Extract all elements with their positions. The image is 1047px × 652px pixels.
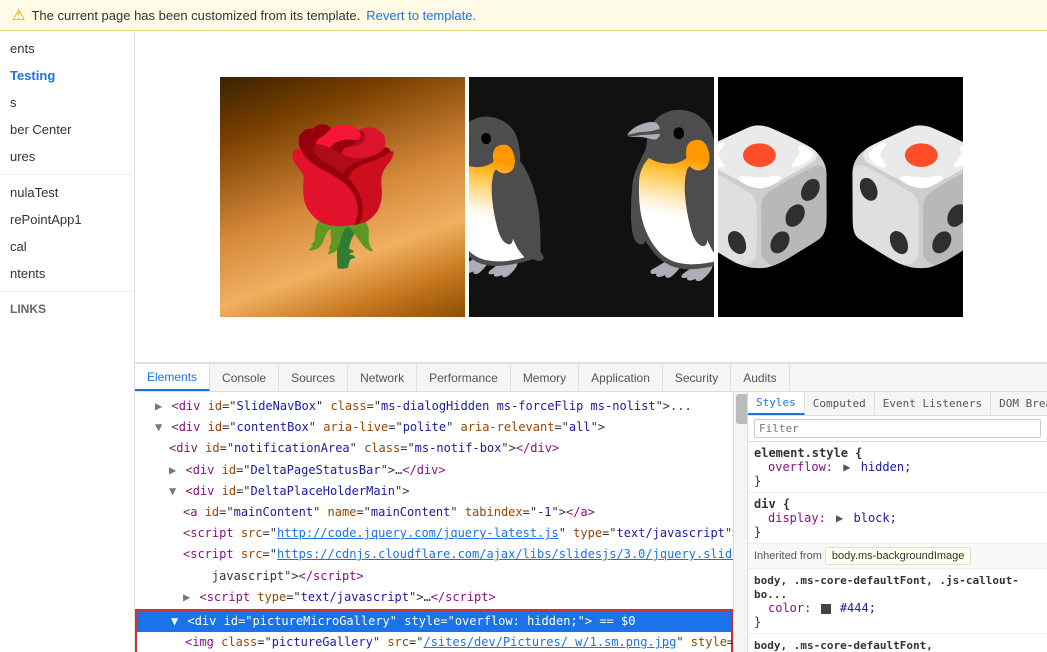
tab-console[interactable]: Console <box>210 364 279 391</box>
gallery-area: 🌹 🐧 🎲 <box>135 31 1047 362</box>
page-content: 🌹 🐧 🎲 Elements Console Sources Network P… <box>135 31 1047 652</box>
expand-arrow[interactable]: ▶ <box>183 590 190 604</box>
sidebar-item-s[interactable]: s <box>0 89 134 116</box>
styles-panel: Styles Computed Event Listeners DOM Brea… <box>747 392 1047 652</box>
styles-tab-computed[interactable]: Computed <box>805 392 875 415</box>
html-line: <script src="http://code.jquery.com/jque… <box>135 523 733 544</box>
devtools-content: ▶ <div id="SlideNavBox" class="ms-dialog… <box>135 392 1047 652</box>
gallery-image-penguin: 🐧 <box>469 77 714 317</box>
tab-network[interactable]: Network <box>348 364 417 391</box>
style-selector: div { <box>754 497 1041 511</box>
rose-emoji: 🌹 <box>261 120 423 273</box>
expand-arrow[interactable]: ▼ <box>171 614 178 628</box>
style-close: } <box>754 474 1041 488</box>
app-container: ⚠ The current page has been customized f… <box>0 0 1047 652</box>
style-rule-body2: body, .ms-core-defaultFont, #pageStatusB… <box>748 634 1047 652</box>
tab-memory[interactable]: Memory <box>511 364 579 391</box>
style-property: display: ▶ block; <box>754 511 1041 525</box>
style-property: overflow: ▶ hidden; <box>754 460 1041 474</box>
tab-application[interactable]: Application <box>579 364 663 391</box>
sidebar-item-nulatest[interactable]: nulaTest <box>0 179 134 206</box>
html-line: ▼ <div id="contentBox" aria-live="polite… <box>135 417 733 438</box>
gallery-image-dice: 🎲 <box>718 77 963 317</box>
html-line: <script src="https://cdnjs.cloudflare.co… <box>135 544 733 565</box>
sidebar: ents Testing s ber Center ures nulaTest … <box>0 31 135 652</box>
inherited-label: Inherited from body.ms-backgroundImage <box>748 544 1047 569</box>
sidebar-divider-2 <box>0 291 134 292</box>
style-selector: body, .ms-core-defaultFont, .js-callout-… <box>754 573 1041 601</box>
dice-emoji: 🎲 <box>840 120 963 273</box>
html-line: <div id="notificationArea" class="ms-not… <box>135 438 733 459</box>
html-line: ▼ <div id="DeltaPlaceHolderMain"> <box>135 481 733 502</box>
style-property: color: #444; <box>754 601 1041 615</box>
color-swatch <box>821 604 831 614</box>
html-tree-panel[interactable]: ▶ <div id="SlideNavBox" class="ms-dialog… <box>135 392 733 652</box>
notification-bar: ⚠ The current page has been customized f… <box>0 0 1047 31</box>
sidebar-item-ures[interactable]: ures <box>0 143 134 170</box>
style-rule-element: element.style { overflow: ▶ hidden; } <box>748 442 1047 493</box>
tab-security[interactable]: Security <box>663 364 731 391</box>
style-close: } <box>754 525 1041 539</box>
html-line: ▶ <div id="SlideNavBox" class="ms-dialog… <box>135 396 733 417</box>
html-panel-scrollbar[interactable] <box>733 392 747 652</box>
penguin-emoji: 🐧 <box>585 103 714 290</box>
style-selector: body, .ms-core-defaultFont, #pageStatusB… <box>754 638 1041 652</box>
sidebar-divider <box>0 174 134 175</box>
expand-arrow[interactable]: ▶ <box>155 399 162 413</box>
tab-performance[interactable]: Performance <box>417 364 511 391</box>
expand-arrow[interactable]: ▼ <box>155 420 162 434</box>
sidebar-item-ents[interactable]: ents <box>0 35 134 62</box>
styles-tabs: Styles Computed Event Listeners DOM Brea… <box>748 392 1047 416</box>
styles-tab-dom-breakpoints[interactable]: DOM Breakp... <box>991 392 1047 415</box>
tab-sources[interactable]: Sources <box>279 364 348 391</box>
styles-filter-input[interactable] <box>754 419 1041 438</box>
devtools-panel: Elements Console Sources Network Perform… <box>135 362 1047 652</box>
notification-message: The current page has been customized fro… <box>31 8 360 23</box>
html-line: javascript"></script> <box>135 566 733 587</box>
sidebar-item-ntents[interactable]: ntents <box>0 260 134 287</box>
style-close: } <box>754 615 1041 629</box>
revert-template-link[interactable]: Revert to template. <box>366 8 476 23</box>
main-body: ents Testing s ber Center ures nulaTest … <box>0 31 1047 652</box>
html-line: <a id="mainContent" name="mainContent" t… <box>135 502 733 523</box>
devtools-tabs: Elements Console Sources Network Perform… <box>135 364 1047 392</box>
expand-arrow[interactable]: ▶ <box>169 463 176 477</box>
html-line-selected[interactable]: ▼ <div id="pictureMicroGallery" style="o… <box>137 611 731 632</box>
expand-arrow[interactable]: ▼ <box>169 484 176 498</box>
tab-audits[interactable]: Audits <box>731 364 789 391</box>
html-line: <img class="pictureGallery" src="/sites/… <box>137 632 731 652</box>
sidebar-item-repointapp1[interactable]: rePointApp1 <box>0 206 134 233</box>
styles-filter-container <box>748 416 1047 442</box>
html-line: ▶ <script type="text/javascript">…</scri… <box>135 587 733 608</box>
style-selector: element.style { <box>754 446 1041 460</box>
sidebar-item-cal[interactable]: cal <box>0 233 134 260</box>
warning-icon: ⚠ <box>12 6 25 24</box>
styles-tab-styles[interactable]: Styles <box>748 392 805 415</box>
html-line: ▶ <div id="DeltaPageStatusBar">…</div> <box>135 460 733 481</box>
styles-tab-event-listeners[interactable]: Event Listeners <box>875 392 991 415</box>
style-rule-body: body, .ms-core-defaultFont, .js-callout-… <box>748 569 1047 634</box>
selected-element-container: ▼ <div id="pictureMicroGallery" style="o… <box>135 609 733 652</box>
sidebar-item-testing[interactable]: Testing <box>0 62 134 89</box>
sidebar-item-ber-center[interactable]: ber Center <box>0 116 134 143</box>
sidebar-links-header: LINKS <box>0 296 134 322</box>
tab-elements[interactable]: Elements <box>135 364 210 391</box>
style-rule-div: div { display: ▶ block; } <box>748 493 1047 544</box>
inherited-from-badge: body.ms-backgroundImage <box>825 547 971 565</box>
gallery-image-rose: 🌹 <box>220 77 465 317</box>
